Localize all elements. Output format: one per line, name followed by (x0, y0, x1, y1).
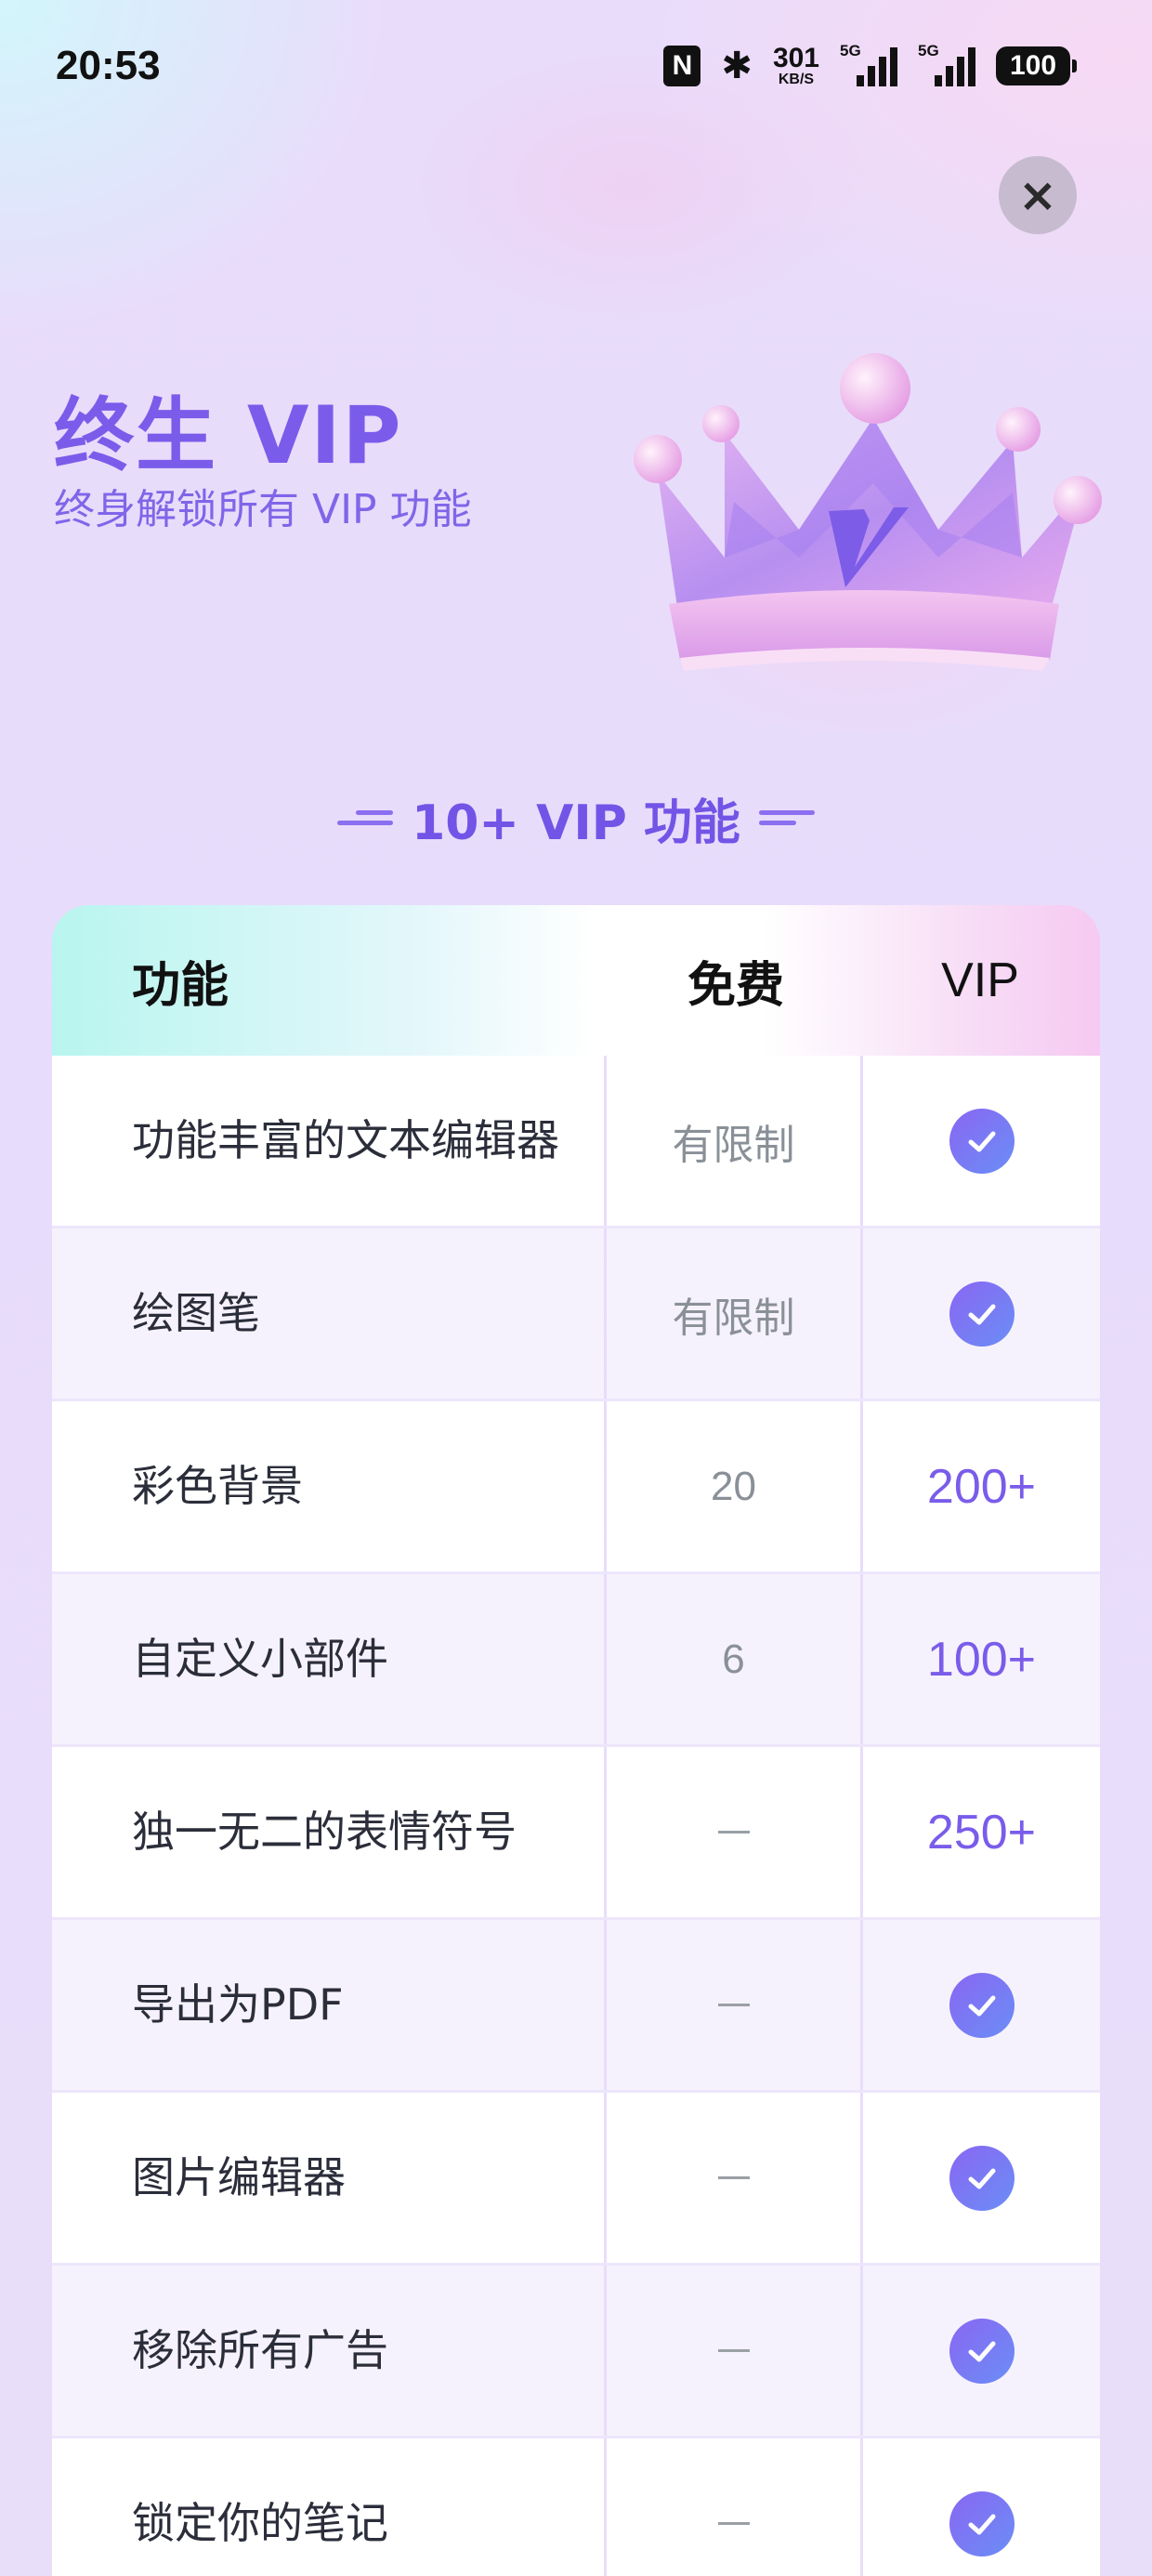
feature-name: 彩色背景 (52, 1401, 604, 1571)
table-row: 移除所有广告 – (52, 2266, 1100, 2438)
vip-value (863, 1056, 1100, 1226)
feature-name: 移除所有广告 (52, 2266, 604, 2436)
decoration-left (337, 810, 394, 825)
table-row: 彩色背景 20 200+ (52, 1401, 1100, 1574)
free-value: 6 (607, 1574, 860, 1744)
header-free: 免费 (687, 957, 784, 1014)
table-header: 功能 免费 VIP (52, 905, 1100, 1056)
table-row: 绘图笔 有限制 (52, 1229, 1100, 1401)
feature-name: 锁定你的笔记 (52, 2438, 604, 2576)
free-value: – (607, 1747, 860, 1917)
header-feature: 功能 (132, 957, 229, 1014)
free-value: 有限制 (607, 1229, 860, 1399)
check-icon (949, 1281, 1015, 1347)
feature-name: 导出为PDF (52, 1920, 604, 2090)
table-row: 锁定你的笔记 – (52, 2438, 1100, 2576)
bluetooth-icon: ✱ (721, 45, 753, 87)
decoration-right (758, 810, 815, 825)
vip-value: 250+ (863, 1747, 1100, 1917)
close-button[interactable]: × (999, 156, 1077, 234)
table-body: 功能丰富的文本编辑器 有限制 绘图笔 有限制 彩色背景 20 200+ 自定义小部件 6 100+… (52, 1056, 1100, 2576)
dash-icon: – (717, 1831, 750, 1833)
header-vip: VIP (941, 953, 1019, 1007)
free-value: – (607, 2438, 860, 2576)
dash-icon: – (717, 2176, 750, 2179)
section-header: 10+ VIP 功能 (0, 781, 1152, 855)
feature-name: 绘图笔 (52, 1229, 604, 1399)
vip-value: 100+ (863, 1574, 1100, 1744)
feature-name: 功能丰富的文本编辑器 (52, 1056, 604, 1226)
dash-icon: – (717, 2349, 750, 2352)
check-icon (949, 1972, 1015, 2038)
dash-icon: – (717, 2522, 750, 2525)
section-title: 10+ VIP 功能 (412, 795, 740, 851)
battery-icon: 100 (996, 46, 1077, 85)
check-icon (949, 1108, 1015, 1174)
signal-icon-sim2: 5G (918, 42, 975, 86)
vip-value (863, 2266, 1100, 2436)
check-icon (949, 2491, 1015, 2556)
check-icon (949, 2318, 1015, 2384)
network-speed-value: 301 (772, 43, 819, 73)
network-speed-unit: KB/S (778, 72, 815, 87)
table-row: 图片编辑器 – (52, 2093, 1100, 2266)
vip-value: 200+ (863, 1401, 1100, 1571)
close-icon: × (1018, 168, 1057, 222)
vip-value (863, 2438, 1100, 2576)
status-time: 20:53 (56, 43, 161, 88)
nfc-icon: N (663, 46, 701, 86)
free-value: 有限制 (607, 1056, 860, 1226)
free-value: – (607, 2093, 860, 2263)
crown-icon (622, 353, 1106, 734)
comparison-table: 功能 免费 VIP 功能丰富的文本编辑器 有限制 绘图笔 有限制 彩色背景 20 200+ 自… (52, 905, 1100, 2576)
page-subtitle: 终身解锁所有 VIP 功能 (54, 486, 472, 533)
vip-value (863, 2093, 1100, 2263)
status-bar: 20:53 N ✱ 301 KB/S 5G 5G 100 (0, 0, 1152, 130)
vip-value (863, 1920, 1100, 2090)
table-row: 功能丰富的文本编辑器 有限制 (52, 1056, 1100, 1229)
status-icons: N ✱ 301 KB/S 5G 5G 100 (663, 42, 1077, 89)
feature-name: 独一无二的表情符号 (52, 1747, 604, 1917)
check-icon (949, 2145, 1015, 2211)
signal-icon-sim1: 5G (840, 42, 897, 86)
network-speed: 301 KB/S (773, 45, 819, 87)
feature-name: 自定义小部件 (52, 1574, 604, 1744)
table-row: 独一无二的表情符号 – 250+ (52, 1747, 1100, 1920)
vip-value (863, 1229, 1100, 1399)
table-row: 导出为PDF – (52, 1920, 1100, 2093)
free-value: – (607, 2266, 860, 2436)
free-value: 20 (607, 1401, 860, 1571)
dash-icon: – (717, 2004, 750, 2006)
page-title: 终生 VIP (54, 389, 403, 482)
free-value: – (607, 1920, 860, 2090)
feature-name: 图片编辑器 (52, 2093, 604, 2263)
table-row: 自定义小部件 6 100+ (52, 1574, 1100, 1747)
